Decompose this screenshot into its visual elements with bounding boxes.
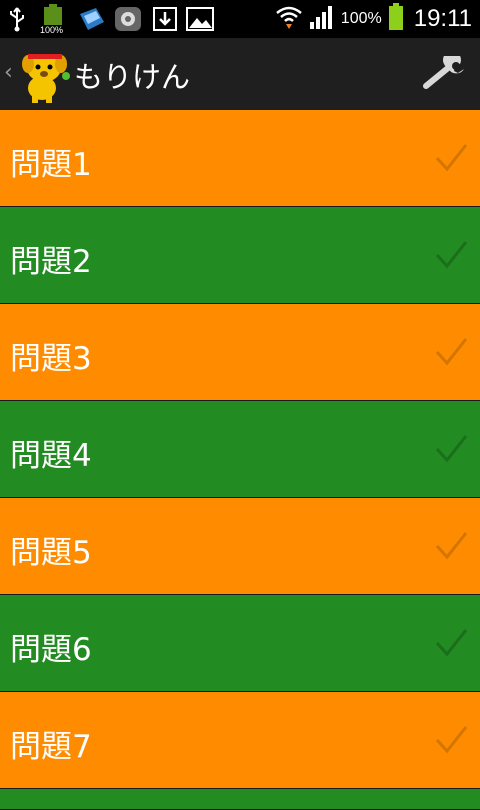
checkmark-icon [434, 239, 468, 271]
question-label: 問題2 [10, 244, 92, 280]
gallery-icon [186, 6, 214, 36]
list-item[interactable]: 問題1 [0, 110, 480, 207]
list-item[interactable]: 問題3 [0, 304, 480, 401]
battery-widget-icon: 100% [40, 4, 68, 38]
checkmark-icon [434, 142, 468, 174]
checkmark-icon [434, 724, 468, 756]
question-label: 問題7 [10, 729, 92, 765]
checkmark-icon [434, 530, 468, 562]
list-item[interactable]: 問題7 [0, 692, 480, 789]
sd-card-icon [78, 6, 106, 36]
checkmark-icon [434, 336, 468, 368]
list-item[interactable]: 問題6 [0, 595, 480, 692]
download-icon [152, 6, 178, 36]
clock: 19:11 [413, 5, 472, 32]
list-item[interactable]: 問題5 [0, 498, 480, 595]
question-label: 問題4 [10, 438, 92, 474]
list-item[interactable]: 問題2 [0, 207, 480, 304]
wrench-icon[interactable] [420, 50, 466, 92]
battery-icon [388, 3, 404, 35]
status-bar: 100% 100% 19:11 [0, 0, 480, 38]
checkmark-icon [434, 627, 468, 659]
usb-icon [6, 6, 28, 36]
wifi-icon [275, 3, 303, 35]
dog-mascot-logo[interactable] [20, 44, 74, 104]
question-label: 問題3 [10, 341, 92, 377]
battery-percent: 100% [340, 10, 382, 27]
checkmark-icon [434, 433, 468, 465]
app-title: もりけん [74, 60, 191, 94]
list-item[interactable]: 問題4 [0, 401, 480, 498]
signal-icon [309, 4, 335, 34]
back-chevron-icon[interactable]: ‹ [4, 60, 13, 85]
action-bar: ‹ もりけん [0, 38, 480, 110]
app-notification-icon [114, 6, 142, 36]
question-list: 問題1 問題2 問題3 問題4 問題5 問題6 問題7 [0, 110, 480, 810]
question-label: 問題5 [10, 535, 92, 571]
question-label: 問題1 [10, 147, 92, 183]
svg-text:100%: 100% [40, 25, 63, 34]
question-label: 問題6 [10, 632, 92, 668]
